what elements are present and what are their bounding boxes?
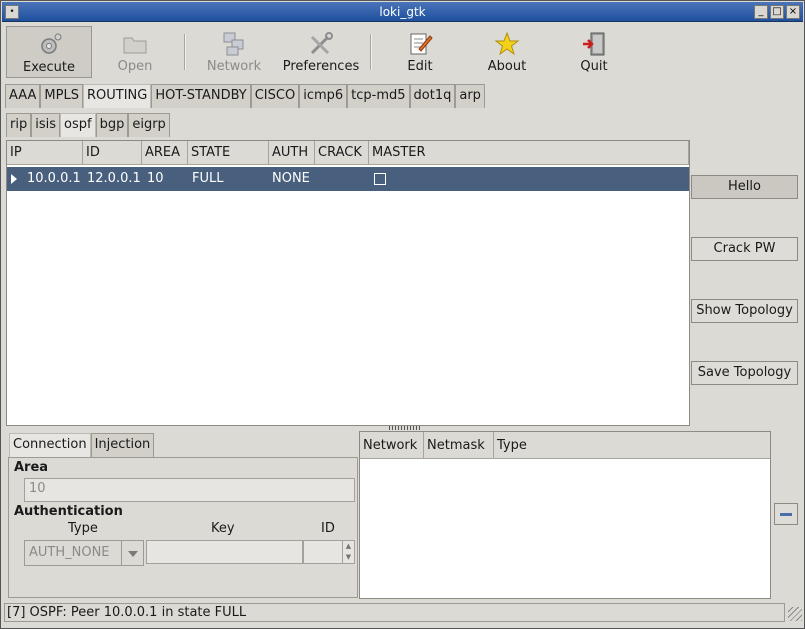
auth-id-label: ID [321,521,335,536]
column-header-id[interactable]: ID [83,141,142,165]
peers-table-header: IP ID AREA STATE AUTH CRACK MASTER [7,141,689,165]
expander-arrow-icon[interactable] [11,174,17,184]
table-row[interactable]: 10.0.0.1 12.0.0.1 10 FULL NONE [7,167,689,191]
preferences-label: Preferences [282,59,360,74]
edit-label: Edit [407,59,433,74]
tab-aaa[interactable]: AAA [5,84,41,108]
networks-table-header: Network Netmask Type [360,432,770,459]
column-header-netmask[interactable]: Netmask [424,432,494,459]
column-header-type[interactable]: Type [494,432,770,459]
toolbar-separator [184,34,186,70]
column-header-network[interactable]: Network [360,432,424,459]
open-label: Open [117,59,153,74]
area-input[interactable]: 10 [24,478,355,502]
quit-button[interactable]: Quit [551,26,637,78]
tab-hot-standby[interactable]: HOT-STANDBY [151,84,251,108]
auth-type-select[interactable]: AUTH_NONE [24,540,144,566]
connection-panel: Area 10 Authentication Type Key ID AUTH_… [8,457,358,598]
maximize-icon[interactable]: □ [770,5,784,19]
edit-icon [410,33,433,55]
exit-icon [583,32,605,56]
remove-network-button[interactable] [774,503,798,525]
tab-mpls[interactable]: MPLS [40,84,83,108]
pane-resize-handle[interactable] [389,426,421,430]
tab-rip[interactable]: rip [6,113,32,137]
column-header-area[interactable]: AREA [142,141,188,165]
column-header-master[interactable]: MASTER [369,141,689,165]
routing-protocol-tabs: rip isis ospf bgp eigrp [6,113,170,137]
execute-label: Execute [23,60,75,75]
column-header-crack[interactable]: CRACK [315,141,369,165]
folder-icon [123,37,147,54]
tab-eigrp[interactable]: eigrp [128,113,170,137]
authentication-label: Authentication [14,504,123,519]
auth-key-input[interactable] [146,540,303,564]
title-bar: • loki_gtk _ □ × [2,2,803,22]
tab-icmp6[interactable]: icmp6 [299,84,348,108]
tab-cisco[interactable]: CISCO [250,84,300,108]
resize-grip-icon[interactable] [788,607,802,621]
chevron-down-icon[interactable] [121,541,143,565]
network-icon [223,32,244,56]
cell-ip: 10.0.0.1 [27,171,81,186]
app-window: • loki_gtk _ □ × Execute Open Network Pr… [0,0,805,629]
tab-tcp-md5[interactable]: tcp-md5 [347,84,410,108]
preferences-button[interactable]: Preferences [278,26,364,78]
about-label: About [487,59,527,74]
tab-arp[interactable]: arp [455,84,485,108]
protocol-tabs: AAA MPLS ROUTING HOT-STANDBY CISCO icmp6… [5,84,485,108]
cell-area: 10 [147,171,164,186]
cell-state: FULL [192,171,224,186]
status-bar: [7] OSPF: Peer 10.0.0.1 in state FULL [4,603,785,622]
network-button[interactable]: Network [191,26,277,78]
crack-pw-button[interactable]: Crack PW [691,237,798,261]
minimize-icon[interactable]: _ [754,5,768,19]
close-icon[interactable]: × [786,5,800,19]
tab-connection[interactable]: Connection [9,433,91,457]
quit-label: Quit [580,59,608,74]
about-button[interactable]: About [464,26,550,78]
save-topology-button[interactable]: Save Topology [691,361,798,385]
column-header-state[interactable]: STATE [188,141,269,165]
tab-isis[interactable]: isis [31,113,60,137]
tab-injection[interactable]: Injection [90,433,155,457]
cell-auth: NONE [272,171,310,186]
toolbar-separator [370,34,372,70]
toolbar: Execute Open Network Preferences Edit Ab… [4,24,803,80]
window-title: loki_gtk [379,5,426,19]
details-tabs: Connection Injection [9,433,155,457]
auth-type-value: AUTH_NONE [29,545,110,560]
auth-id-spinner[interactable]: ▲ ▼ [303,540,355,564]
auth-key-label: Key [211,521,235,536]
column-header-ip[interactable]: IP [7,141,83,165]
edit-button[interactable]: Edit [377,26,463,78]
master-checkbox[interactable] [374,173,386,185]
auth-type-label: Type [68,521,98,536]
show-topology-button[interactable]: Show Topology [691,299,798,323]
open-button[interactable]: Open [92,26,178,78]
execute-button[interactable]: Execute [6,26,92,78]
gear-icon [41,33,62,54]
area-label: Area [14,460,49,475]
tab-bgp[interactable]: bgp [95,113,129,137]
tab-dot1q[interactable]: dot1q [409,84,456,108]
tab-ospf[interactable]: ospf [60,113,96,137]
tools-icon [310,32,333,55]
spin-arrows-icon[interactable]: ▲ ▼ [342,541,354,563]
peers-table[interactable]: IP ID AREA STATE AUTH CRACK MASTER 10.0.… [6,140,690,426]
hello-button[interactable]: Hello [691,175,798,199]
column-header-auth[interactable]: AUTH [269,141,315,165]
cell-id: 12.0.0.1 [87,171,141,186]
tab-routing[interactable]: ROUTING [82,84,152,108]
network-label: Network [206,59,262,74]
star-icon [494,31,520,56]
networks-table[interactable]: Network Netmask Type [359,431,771,599]
